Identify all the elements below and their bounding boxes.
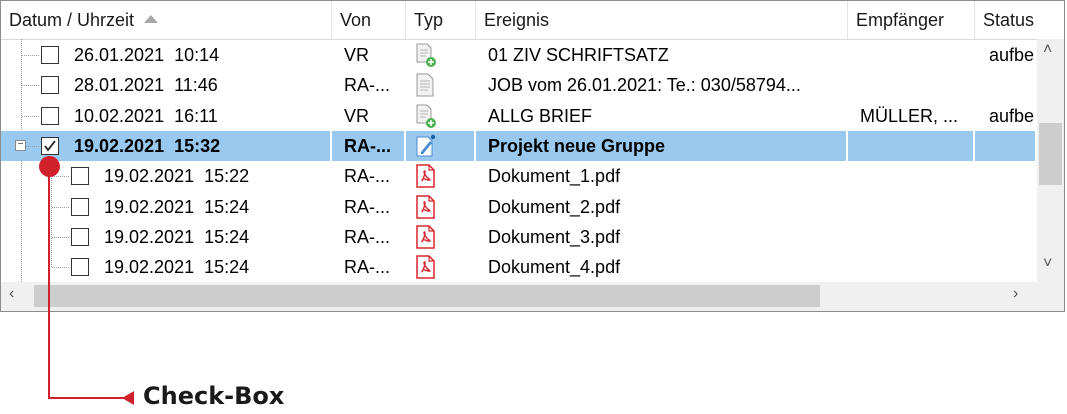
cell-datum: 19.02.2021 15:22 <box>104 166 250 186</box>
row-checkbox[interactable] <box>41 76 59 94</box>
cell-ereignis: Projekt neue Gruppe <box>488 131 848 161</box>
cell-datum: 10.02.2021 16:11 <box>74 106 218 126</box>
tree-connector <box>22 55 39 56</box>
row-checkbox[interactable] <box>71 258 89 276</box>
column-header-label: Datum / Uhrzeit <box>9 10 135 30</box>
cell-von: RA-... <box>344 227 391 247</box>
cell-von: VR <box>344 45 370 65</box>
table-row[interactable]: 28.01.2021 11:46 RA-... JOB vom 26.01.2021… <box>1 70 1037 100</box>
document-add-icon <box>415 104 437 128</box>
column-header-typ[interactable]: Typ <box>406 1 476 39</box>
row-checkbox[interactable] <box>41 107 59 125</box>
cell-datum: 19.02.2021 15:24 <box>104 197 250 217</box>
cell-datum: 19.02.2021 15:24 <box>104 227 250 247</box>
document-icon <box>415 73 437 97</box>
cell-empfaenger <box>860 40 975 70</box>
pdf-icon <box>415 255 437 279</box>
pdf-icon <box>415 225 437 249</box>
cell-datum: 28.01.2021 11:46 <box>74 75 218 95</box>
table-row[interactable]: 26.01.2021 10:14 VR 01 ZIV SCHRIFTSATZ aufb… <box>1 40 1037 70</box>
horizontal-scroll-thumb[interactable] <box>34 285 820 307</box>
cell-ereignis: JOB vom 26.01.2021: Te.: 030/58794... <box>488 75 801 95</box>
chevron-down-icon[interactable]: ˅ <box>1043 255 1052 273</box>
cell-empfaenger <box>860 192 975 222</box>
cell-status <box>989 161 1037 191</box>
cell-status <box>989 70 1037 100</box>
cell-ereignis: Dokument_3.pdf <box>488 227 621 247</box>
tree-connector <box>52 267 69 268</box>
column-header-ereignis[interactable]: Ereignis <box>476 1 848 39</box>
callout-arrow-icon <box>122 391 134 405</box>
tree-connector <box>22 85 39 86</box>
tree-connector <box>52 237 69 238</box>
cell-ereignis: Dokument_2.pdf <box>488 197 621 217</box>
chevron-right-icon[interactable]: › <box>1013 285 1018 303</box>
horizontal-scrollbar[interactable]: ‹ › <box>1 282 1064 311</box>
cell-ereignis: Dokument_4.pdf <box>488 257 621 277</box>
tree-connector <box>52 176 69 177</box>
cell-ereignis: 01 ZIV SCHRIFTSATZ <box>488 45 669 65</box>
callout-line <box>48 397 130 399</box>
callout-marker <box>39 156 60 177</box>
callout-label: Check-Box <box>143 382 285 410</box>
cell-datum: 19.02.2021 15:32 <box>74 131 332 161</box>
row-checkbox[interactable] <box>71 167 89 185</box>
cell-status <box>989 131 1037 161</box>
column-header-von[interactable]: Von <box>332 1 406 39</box>
cell-von: RA-... <box>344 197 391 217</box>
collapse-icon[interactable]: − <box>15 140 26 151</box>
cell-von: RA-... <box>344 131 406 161</box>
cell-empfaenger <box>860 161 975 191</box>
chevron-up-icon[interactable]: ˄ <box>1043 41 1052 59</box>
grid-header: Datum / Uhrzeit Von Typ Ereignis Empfäng… <box>1 1 1064 40</box>
checkmark-icon <box>44 140 56 152</box>
cell-von: RA-... <box>344 257 391 277</box>
row-checkbox[interactable] <box>71 228 89 246</box>
table-row[interactable]: 19.02.2021 15:24 RA-... Dokument_3.pdf <box>1 222 1037 252</box>
tree-connector <box>52 207 69 208</box>
pdf-icon <box>415 164 437 188</box>
row-checkbox[interactable] <box>71 198 89 216</box>
tree-connector <box>22 116 39 117</box>
sort-ascending-icon <box>144 15 159 23</box>
pdf-icon <box>415 195 437 219</box>
table-row[interactable]: 19.02.2021 15:24 RA-... Dokument_2.pdf <box>1 192 1037 222</box>
column-header-empfaenger[interactable]: Empfänger <box>848 1 975 39</box>
cell-empfaenger <box>860 131 975 161</box>
cell-empfaenger <box>860 222 975 252</box>
column-header-datum[interactable]: Datum / Uhrzeit <box>1 1 332 39</box>
cell-status: aufbe <box>989 106 1035 126</box>
cell-status <box>989 192 1037 222</box>
document-add-icon <box>415 43 437 67</box>
cell-von: RA-... <box>344 75 391 95</box>
cell-empfaenger <box>860 252 975 282</box>
cell-datum: 19.02.2021 15:24 <box>104 257 250 277</box>
cell-empfaenger: MÜLLER, ... <box>860 106 959 126</box>
table-row[interactable]: − 19.02.2021 15:32 RA-... Projekt neue Grup… <box>1 131 1037 161</box>
row-checkbox[interactable] <box>41 46 59 64</box>
vertical-scrollbar[interactable]: ˄ ˅ <box>1037 39 1064 282</box>
cell-empfaenger <box>860 70 975 100</box>
cell-von: VR <box>344 106 370 126</box>
table-row[interactable]: 19.02.2021 15:24 RA-... Dokument_4.pdf <box>1 252 1037 282</box>
event-grid: Datum / Uhrzeit Von Typ Ereignis Empfäng… <box>0 0 1065 312</box>
column-header-status[interactable]: Status <box>975 1 1064 39</box>
cell-status <box>989 252 1037 282</box>
table-row[interactable]: 19.02.2021 15:22 RA-... Dokument_1.pdf <box>1 161 1037 191</box>
cell-datum: 26.01.2021 10:14 <box>74 45 220 65</box>
row-checkbox[interactable] <box>41 137 59 155</box>
cell-status: aufbe <box>989 45 1035 65</box>
cell-von: RA-... <box>344 166 391 186</box>
edit-document-icon <box>415 134 437 158</box>
cell-ereignis: ALLG BRIEF <box>488 106 593 126</box>
table-row[interactable]: 10.02.2021 16:11 VR ALLG BRIEF MÜLLER, ... a… <box>1 101 1037 131</box>
cell-status <box>989 222 1037 252</box>
vertical-scroll-thumb[interactable] <box>1039 123 1062 185</box>
cell-ereignis: Dokument_1.pdf <box>488 166 621 186</box>
callout-line <box>48 170 50 398</box>
chevron-left-icon[interactable]: ‹ <box>9 285 14 303</box>
